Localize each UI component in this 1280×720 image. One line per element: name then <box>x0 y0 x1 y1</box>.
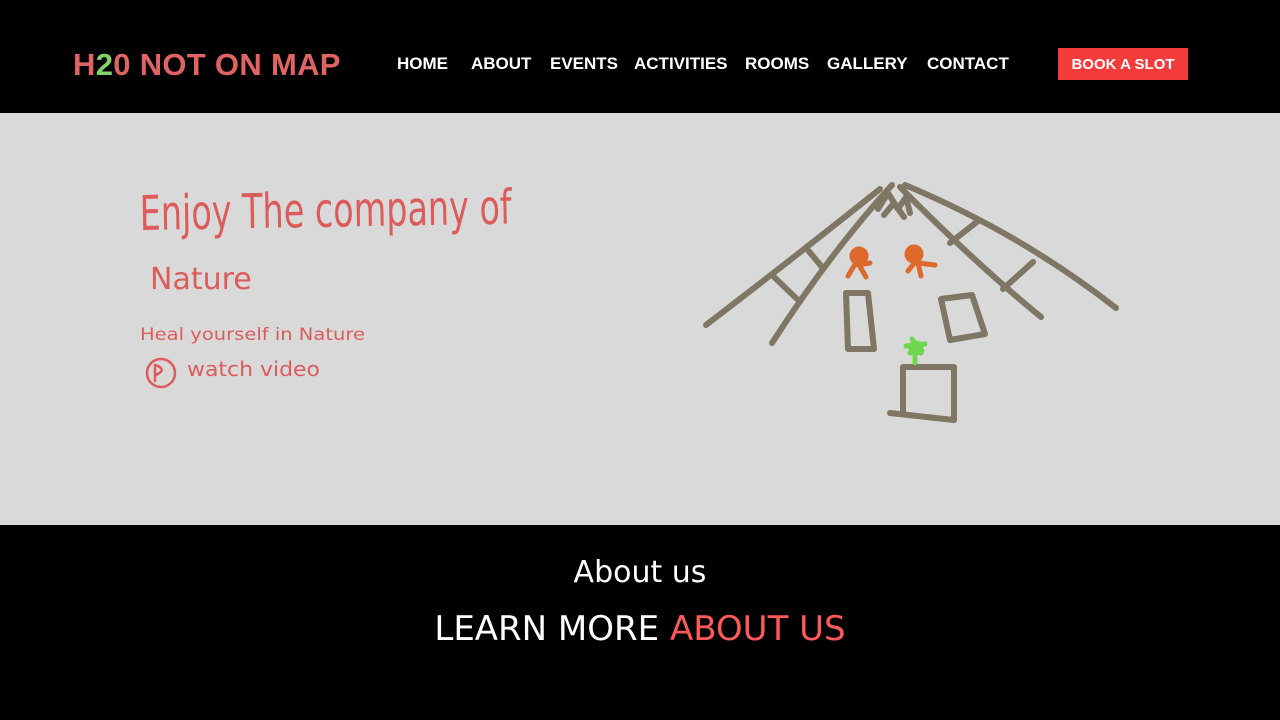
hero-tagline: Heal yourself in Nature <box>140 325 365 345</box>
watch-video-label: watch video <box>187 357 320 381</box>
tent-illustration <box>703 182 1119 423</box>
nav-contact[interactable]: CONTACT <box>927 53 1009 75</box>
nav-gallery[interactable]: GALLERY <box>827 53 908 75</box>
logo-text-rest: 0 NOT ON MAP <box>113 47 341 82</box>
plant-icon <box>903 336 928 366</box>
nav-about[interactable]: ABOUT <box>471 53 531 75</box>
hero-canvas: Enjoy The company of Nature Heal yoursel… <box>139 180 1119 423</box>
nav-events[interactable]: EVENTS <box>550 53 618 75</box>
nav-home[interactable]: HOME <box>397 53 448 75</box>
hero-section: Enjoy The company of Nature Heal yoursel… <box>0 113 1280 525</box>
nav-rooms[interactable]: ROOMS <box>745 53 809 75</box>
logo-text-2: 2 <box>95 47 114 82</box>
hero-headline-line1: Enjoy The company of <box>139 180 513 242</box>
about-title-prefix: LEARN MORE <box>434 609 670 649</box>
about-title-accent: ABOUT US <box>669 609 846 649</box>
site-header: H20 NOT ON MAP HOME ABOUT EVENTS ACTIVIT… <box>0 0 1280 113</box>
about-subtitle: About us <box>573 555 707 590</box>
hero-headline-line2: Nature <box>150 262 252 297</box>
site-logo[interactable]: H20 NOT ON MAP <box>73 45 341 85</box>
about-title: LEARN MORE ABOUT US <box>0 607 1280 651</box>
play-icon-glyph <box>153 363 163 383</box>
people-icon <box>845 244 938 280</box>
watch-video-link[interactable]: watch video <box>145 357 320 389</box>
logo-text-h: H <box>73 47 96 82</box>
nav-activities[interactable]: ACTIVITIES <box>634 53 728 75</box>
book-a-slot-button[interactable]: BOOK A SLOT <box>1058 48 1188 80</box>
